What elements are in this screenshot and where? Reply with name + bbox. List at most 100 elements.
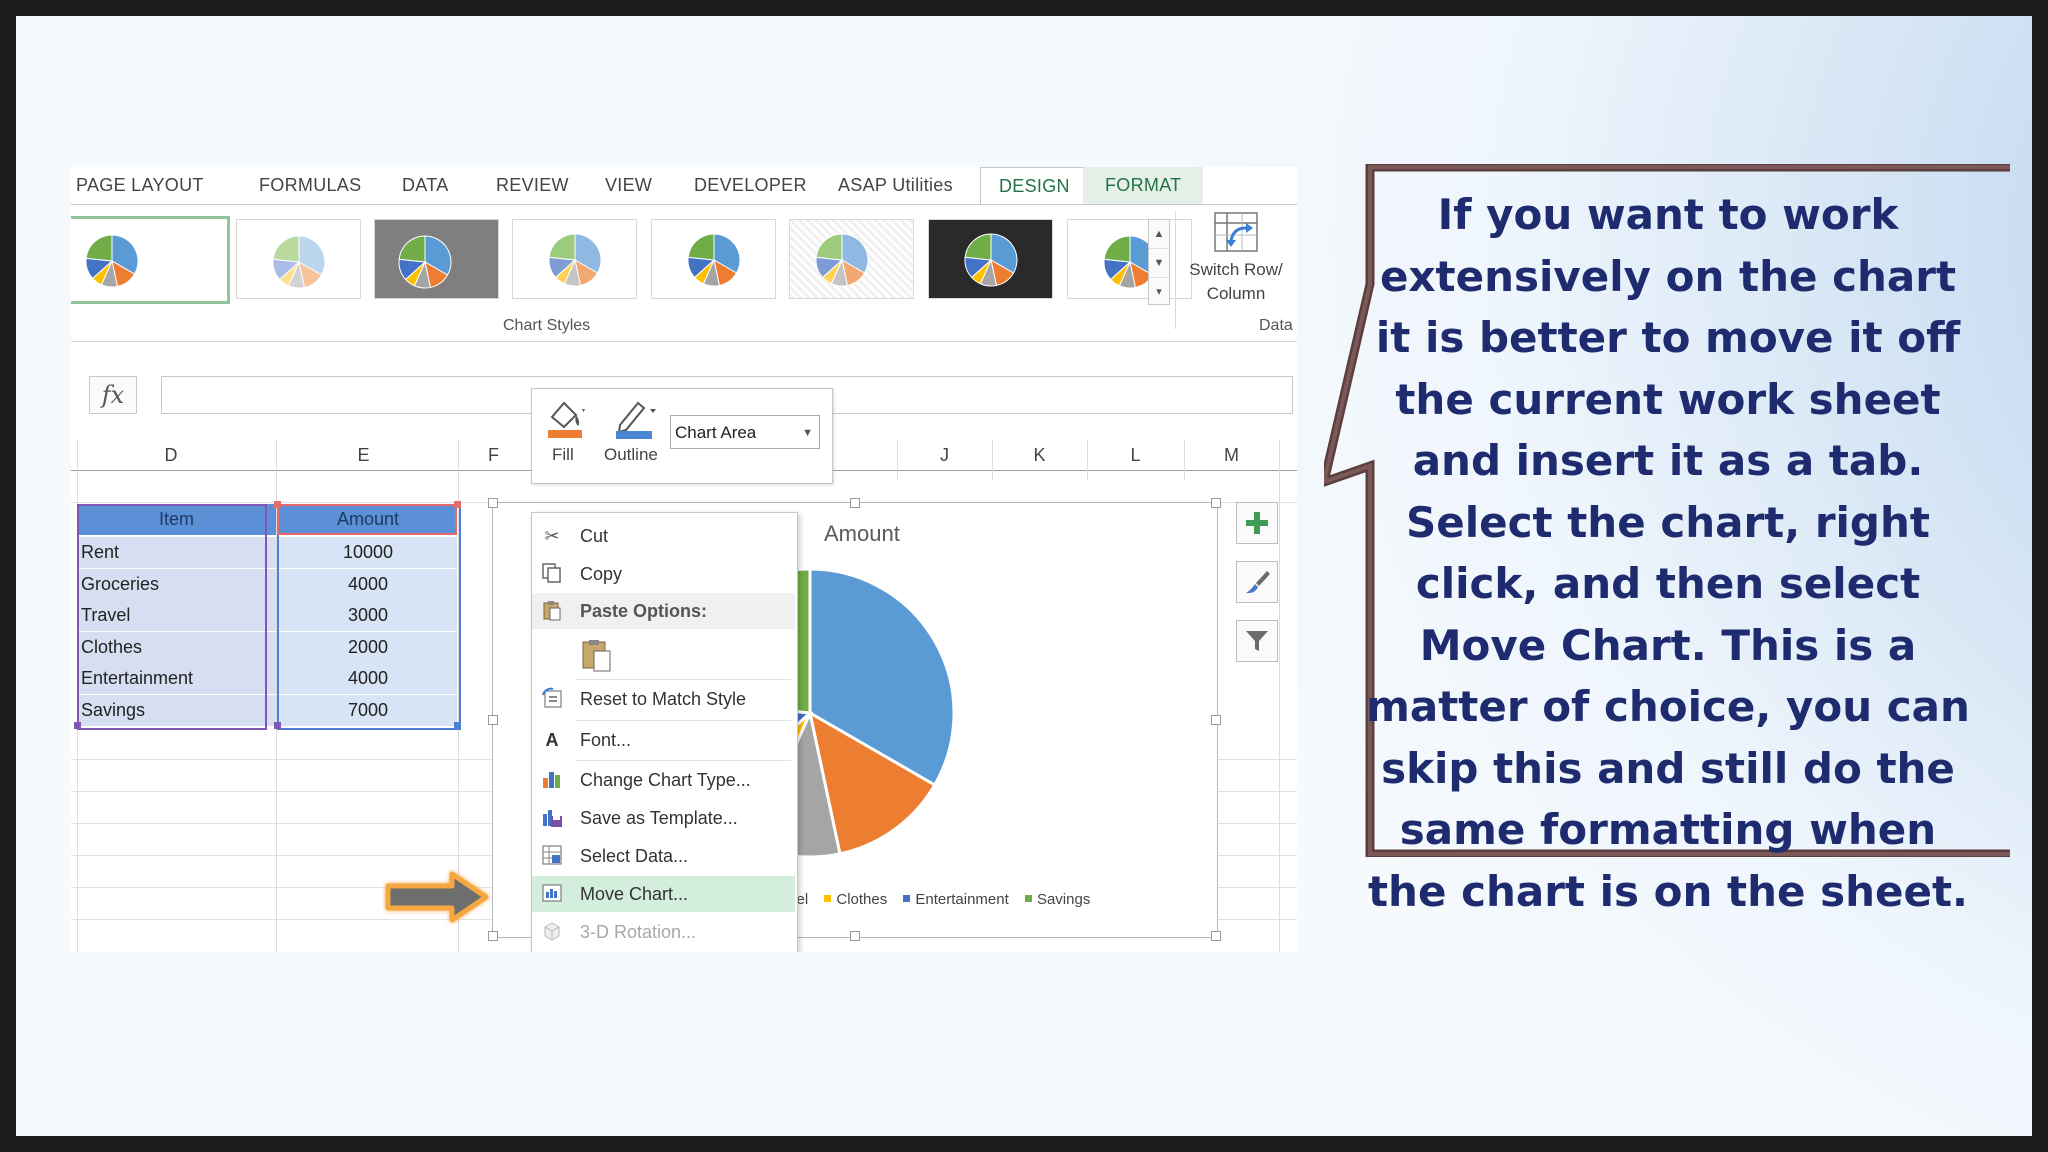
ribbon-tabs: PAGE LAYOUT FORMULAS DATA REVIEW VIEW DE… — [71, 167, 1297, 205]
ribbon-separator — [1175, 211, 1176, 329]
chart-style-2[interactable] — [236, 219, 361, 299]
range-handle[interactable] — [74, 722, 81, 729]
chart-styles-gallery: ▲ ▼ ▾ — [71, 215, 1192, 305]
legend-entry-clothes: Clothes — [836, 891, 888, 908]
menu-item-save-template[interactable]: Save as Template... — [532, 800, 795, 836]
col-header-k[interactable]: K — [992, 440, 1087, 470]
thumb-slice-savings[interactable] — [85, 234, 113, 262]
chart-resize-handle[interactable] — [1211, 715, 1221, 725]
chevron-down-icon: ▼ — [802, 427, 813, 439]
chart-styles-button[interactable] — [1236, 561, 1278, 603]
callout-text: If you want to work extensively on the c… — [1366, 190, 1970, 916]
range-handle[interactable] — [274, 501, 281, 508]
chart-style-6[interactable] — [789, 219, 914, 299]
thumb-slice-savings[interactable] — [815, 233, 843, 261]
select-data-icon — [540, 844, 564, 868]
chart-style-7[interactable] — [928, 219, 1053, 299]
tab-data[interactable]: DATA — [402, 167, 449, 204]
chart-resize-handle[interactable] — [1211, 498, 1221, 508]
legend-entry-entertainment: Entertainment — [915, 891, 1009, 908]
gallery-more-icon[interactable]: ▾ — [1149, 278, 1169, 306]
thumb-slice-savings[interactable] — [272, 235, 300, 263]
chart-style-3[interactable] — [374, 219, 499, 299]
menu-item-font[interactable]: A Font... — [532, 722, 795, 758]
chart-style-8[interactable] — [1067, 219, 1192, 299]
chart-element-select[interactable]: Chart Area ▼ — [670, 415, 820, 449]
gallery-down-icon[interactable]: ▼ — [1149, 249, 1169, 278]
col-header-l[interactable]: L — [1087, 440, 1184, 470]
tab-review[interactable]: REVIEW — [496, 167, 569, 204]
range-handle[interactable] — [454, 501, 461, 508]
chart-style-4[interactable] — [512, 219, 637, 299]
chart-style-1[interactable] — [71, 216, 230, 304]
clipboard-icon — [540, 599, 564, 623]
chart-elements-button[interactable] — [1236, 502, 1278, 544]
chart-legend[interactable]: vel Clothes Entertainment Savings — [789, 891, 1090, 908]
tab-design[interactable]: DESIGN — [980, 167, 1089, 205]
series-name-highlight — [277, 504, 457, 535]
col-header-j[interactable]: J — [897, 440, 992, 470]
thumb-slice-savings[interactable] — [964, 233, 992, 261]
menu-item-cut[interactable]: ✂ Cut — [532, 518, 795, 554]
data-group-label: Data — [1259, 317, 1293, 334]
menu-item-select-data[interactable]: Select Data... — [532, 838, 795, 874]
range-handle[interactable] — [274, 722, 281, 729]
pointer-arrow-icon — [385, 871, 489, 923]
gallery-up-icon[interactable]: ▲ — [1149, 220, 1169, 249]
thumb-slice-savings[interactable] — [398, 235, 426, 263]
fx-icon[interactable]: fx — [89, 376, 137, 414]
thumb-slice-savings[interactable] — [1103, 235, 1131, 263]
menu-item-3d-rotation: 3-D Rotation... — [532, 914, 795, 950]
menu-item-change-chart-type[interactable]: Change Chart Type... — [532, 762, 795, 798]
paste-option-keep[interactable] — [532, 631, 795, 675]
chart-resize-handle[interactable] — [850, 498, 860, 508]
menu-item-reset-style[interactable]: Reset to Match Style — [532, 681, 795, 717]
legend-entry-savings: Savings — [1036, 891, 1091, 908]
outline-button[interactable]: Outline — [602, 395, 666, 475]
col-header-n[interactable]: N — [1279, 440, 1297, 470]
menu-item-copy[interactable]: Copy — [532, 556, 795, 592]
value-range-highlight — [277, 504, 461, 730]
scissors-icon: ✂ — [544, 526, 560, 546]
legend-swatch-entertainment — [903, 895, 911, 902]
chart-element-select-value: Chart Area — [675, 423, 757, 442]
gallery-scroll[interactable]: ▲ ▼ ▾ — [1148, 219, 1170, 305]
chart-style-5[interactable] — [651, 219, 776, 299]
tab-format[interactable]: FORMAT — [1083, 167, 1204, 204]
legend-swatch-clothes — [824, 895, 832, 902]
chart-resize-handle[interactable] — [850, 931, 860, 941]
chart-resize-handle[interactable] — [488, 498, 498, 508]
range-handle[interactable] — [454, 722, 461, 729]
bar-chart-icon — [540, 768, 564, 792]
move-chart-icon — [540, 882, 564, 906]
thumb-slice-savings[interactable] — [687, 233, 715, 261]
thumb-slice-savings[interactable] — [548, 233, 576, 261]
filter-icon — [1246, 631, 1268, 651]
switch-row-column-button[interactable]: Switch Row/ Column — [1181, 211, 1291, 321]
tab-page-layout[interactable]: PAGE LAYOUT — [76, 167, 204, 204]
tab-developer[interactable]: DEVELOPER — [694, 167, 807, 204]
col-header-m[interactable]: M — [1184, 440, 1279, 470]
switch-row-column-label-2: Column — [1206, 284, 1266, 303]
tab-formulas[interactable]: FORMULAS — [259, 167, 361, 204]
excel-window: PAGE LAYOUT FORMULAS DATA REVIEW VIEW DE… — [71, 167, 1297, 952]
col-header-d[interactable]: D — [71, 440, 271, 470]
pen-outline-icon — [616, 401, 656, 439]
category-range-highlight — [77, 504, 267, 730]
tab-view[interactable]: VIEW — [605, 167, 652, 204]
ribbon-design: ▲ ▼ ▾ Chart Styles Switch Row/ Column Da… — [71, 204, 1297, 342]
fill-button[interactable]: Fill — [542, 395, 592, 475]
tab-asap-utilities[interactable]: ASAP Utilities — [838, 167, 953, 204]
switch-row-column-icon — [1214, 212, 1258, 252]
menu-item-move-chart[interactable]: Move Chart... — [532, 876, 795, 912]
chart-resize-handle[interactable] — [488, 931, 498, 941]
col-header-e[interactable]: E — [271, 440, 456, 470]
chart-resize-handle[interactable] — [1211, 931, 1221, 941]
chart-resize-handle[interactable] — [488, 715, 498, 725]
chart-styles-label: Chart Styles — [503, 317, 591, 334]
paint-bucket-icon — [548, 401, 585, 438]
fill-label: Fill — [552, 445, 574, 464]
paintbrush-icon — [1246, 571, 1270, 594]
chart-filters-button[interactable] — [1236, 620, 1278, 662]
col-header-f[interactable]: F — [456, 440, 531, 470]
